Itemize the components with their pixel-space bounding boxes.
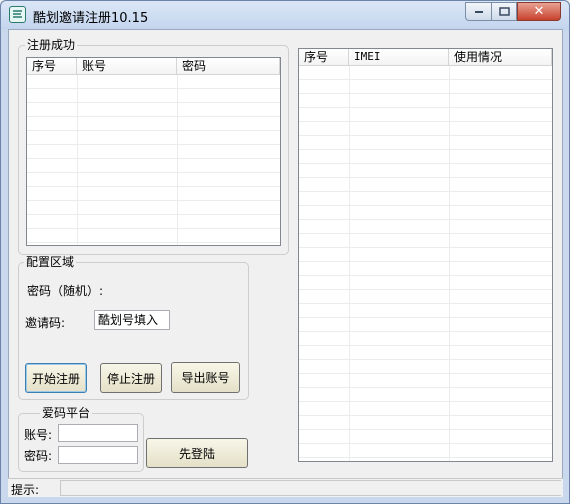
aima-account-input[interactable] [58, 424, 138, 442]
invite-code-input[interactable]: 酷划号填入 [94, 310, 170, 330]
aima-password-label: 密码: [24, 449, 53, 463]
status-bar: 提示: [8, 478, 563, 497]
col-index[interactable]: 序号 [27, 58, 77, 75]
status-text [60, 480, 561, 496]
password-random-label: 密码（随机）: [27, 284, 104, 298]
export-accounts-button[interactable]: 导出账号 [171, 362, 240, 393]
imei-list-body[interactable] [299, 66, 552, 461]
minimize-icon [474, 10, 483, 13]
close-button[interactable]: ✕ [517, 2, 561, 21]
col-index[interactable]: 序号 [299, 49, 349, 66]
grid-line [177, 75, 178, 245]
app-window: 酷划邀请注册10.15 ✕ 注册成功 序号 账号 密码 序号 IMEI 使用情况… [0, 0, 570, 504]
login-button[interactable]: 先登陆 [146, 438, 248, 468]
grid-line [349, 66, 350, 461]
success-group-label: 注册成功 [25, 38, 78, 52]
imei-listview[interactable]: 序号 IMEI 使用情况 [298, 48, 553, 462]
aima-group-label: 爱码平台 [40, 406, 93, 420]
invite-code-label: 邀请码: [25, 316, 66, 330]
aima-group: 爱码平台 账号: 密码: [18, 406, 144, 472]
config-group-label: 配置区域 [24, 255, 77, 269]
col-password[interactable]: 密码 [177, 58, 280, 75]
col-account[interactable]: 账号 [77, 58, 177, 75]
start-register-button[interactable]: 开始注册 [25, 363, 87, 393]
aima-account-label: 账号: [24, 428, 53, 442]
grid-line [449, 66, 450, 461]
client-area: 注册成功 序号 账号 密码 序号 IMEI 使用情况 配置区域 密码（随机）: … [8, 29, 563, 497]
success-list-header: 序号 账号 密码 [27, 58, 280, 75]
grid-line [77, 75, 78, 245]
stop-register-button[interactable]: 停止注册 [100, 363, 162, 393]
success-group: 注册成功 序号 账号 密码 [18, 38, 289, 255]
close-icon[interactable]: ✕ [534, 4, 545, 19]
config-group: 配置区域 密码（随机）: 邀请码: 酷划号填入 开始注册 停止注册 导出账号 [18, 255, 249, 400]
imei-list-header: 序号 IMEI 使用情况 [299, 49, 552, 66]
status-label: 提示: [11, 483, 40, 497]
minimize-button[interactable] [465, 2, 491, 21]
window-controls: ✕ [465, 2, 561, 21]
col-usage[interactable]: 使用情况 [449, 49, 552, 66]
aima-password-input[interactable] [58, 446, 138, 464]
app-icon[interactable] [9, 6, 26, 23]
success-listview[interactable]: 序号 账号 密码 [26, 57, 281, 246]
maximize-button[interactable] [491, 2, 517, 21]
window-title: 酷划邀请注册10.15 [33, 11, 149, 26]
success-list-body[interactable] [27, 75, 280, 245]
col-imei[interactable]: IMEI [349, 49, 449, 66]
title-bar[interactable]: 酷划邀请注册10.15 ✕ [1, 1, 569, 29]
maximize-icon [498, 7, 510, 16]
